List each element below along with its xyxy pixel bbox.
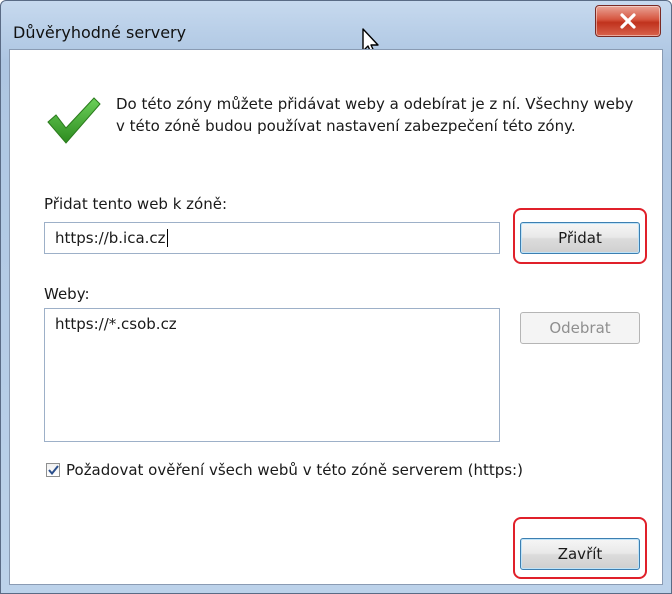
sites-label: Weby: [44,285,90,303]
dialog-content: Do této zóny můžete přidávat weby a odeb… [9,49,663,585]
require-https-label: Požadovat ověření všech webů v této zóně… [66,461,523,479]
add-site-input[interactable]: https://b.ica.cz [44,222,500,254]
add-site-label: Přidat tento web k zóně: [44,195,228,213]
add-site-input-value: https://b.ica.cz [55,229,166,247]
remove-button[interactable]: Odebrat [520,312,640,344]
add-button[interactable]: Přidat [520,222,640,254]
trusted-sites-dialog: Důvěryhodné servery Do této zóny můžete … [0,0,672,594]
text-caret [166,229,168,247]
close-x-icon [620,13,636,29]
close-button[interactable]: Zavřít [520,538,640,570]
info-text: Do této zóny můžete přidávat weby a odeb… [116,95,634,135]
dialog-title: Důvěryhodné servery [13,23,187,42]
checkbox-check-icon [47,465,59,475]
close-window-button[interactable] [595,5,661,37]
require-https-row[interactable]: Požadovat ověření všech webů v této zóně… [46,461,523,479]
list-item[interactable]: https://*.csob.cz [55,315,499,333]
require-https-checkbox[interactable] [46,463,60,477]
checkmark-icon [47,97,101,144]
sites-list[interactable]: https://*.csob.cz [44,308,500,442]
